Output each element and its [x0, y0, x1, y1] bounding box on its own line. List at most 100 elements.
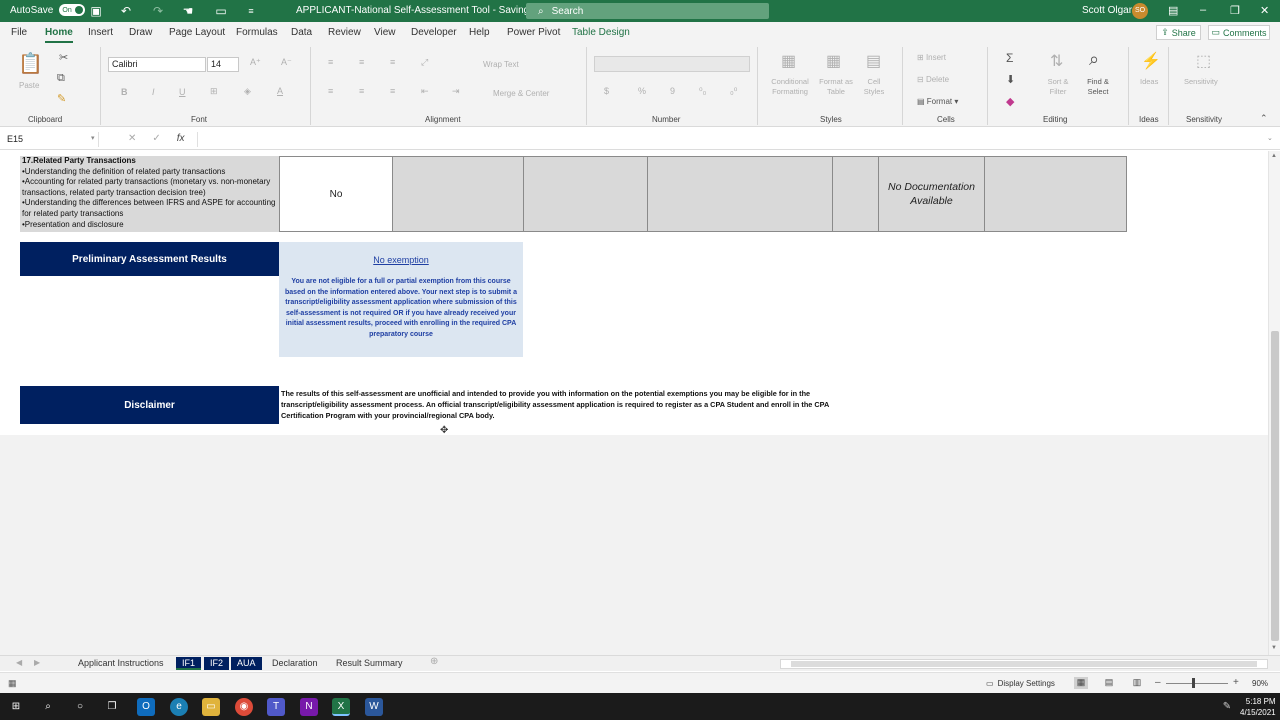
decrease-font-icon[interactable]: A⁻: [281, 57, 292, 68]
search-box[interactable]: ⌕ Search: [526, 3, 769, 19]
insert-function-button[interactable]: fx: [177, 133, 185, 144]
borders-icon[interactable]: ⊞: [210, 86, 218, 97]
teams-icon[interactable]: T: [267, 698, 285, 716]
tab-page-layout[interactable]: Page Layout: [169, 27, 225, 38]
row17-answer-cell[interactable]: No: [279, 156, 393, 232]
cortana-icon[interactable]: ○: [71, 698, 89, 716]
fill-icon[interactable]: ⬇: [1006, 73, 1015, 86]
currency-button[interactable]: $: [604, 86, 609, 96]
row17-cell[interactable]: [523, 156, 648, 232]
align-right-icon[interactable]: ≡: [390, 86, 395, 96]
vertical-scroll-thumb[interactable]: [1271, 331, 1279, 641]
document-title[interactable]: APPLICANT-National Self-Assessment Tool …: [296, 5, 549, 16]
avatar[interactable]: SO: [1132, 3, 1148, 19]
redo-icon[interactable]: ↷: [150, 3, 166, 19]
autosave-toggle[interactable]: On: [59, 4, 86, 16]
align-top-icon[interactable]: ≡: [328, 57, 333, 67]
format-as-table-button[interactable]: Format as Table: [816, 77, 856, 97]
preliminary-results-box[interactable]: No exemption You are not eligible for a …: [279, 242, 523, 357]
customize-qat-icon[interactable]: ≡: [243, 3, 259, 19]
merge-center-button[interactable]: Merge & Center: [493, 89, 549, 98]
user-name[interactable]: Scott Olgard: [1082, 5, 1138, 16]
open-folder-icon[interactable]: ▭: [213, 3, 229, 19]
sensitivity-icon[interactable]: ⬚: [1196, 51, 1211, 71]
save-icon[interactable]: ▣: [88, 3, 104, 19]
vertical-scrollbar[interactable]: ▲ ▼: [1268, 151, 1280, 655]
tab-review[interactable]: Review: [328, 27, 361, 38]
format-painter-icon[interactable]: ✎: [57, 92, 66, 105]
sheet-tab-if1[interactable]: IF1: [176, 657, 202, 670]
worksheet[interactable]: 17.Related Party Transactions •Understan…: [0, 151, 1268, 655]
close-icon[interactable]: ✕: [1260, 4, 1269, 17]
clear-icon[interactable]: ◆: [1006, 95, 1014, 108]
italic-button[interactable]: I: [152, 87, 155, 97]
fill-color-icon[interactable]: ◈: [244, 86, 251, 97]
tab-home[interactable]: Home: [45, 27, 73, 43]
collapse-ribbon-icon[interactable]: ⌃: [1260, 113, 1268, 124]
next-sheet-icon[interactable]: ▶: [34, 658, 40, 667]
restore-icon[interactable]: ❐: [1230, 4, 1240, 17]
excel-icon[interactable]: X: [332, 698, 350, 716]
conditional-formatting-button[interactable]: Conditional Formatting: [766, 77, 814, 97]
increase-font-icon[interactable]: A⁺: [250, 57, 261, 68]
add-sheet-icon[interactable]: ⊕: [430, 656, 438, 667]
name-box[interactable]: E15: [4, 132, 99, 147]
increase-indent-icon[interactable]: ⇥: [452, 86, 460, 97]
comments-button[interactable]: ▭ Comments: [1208, 25, 1270, 40]
sheet-tab-applicant-instructions[interactable]: Applicant Instructions: [72, 657, 170, 670]
font-family-select[interactable]: Calibri: [108, 57, 206, 72]
zoom-level[interactable]: 90%: [1252, 679, 1268, 688]
zoom-in-icon[interactable]: +: [1233, 677, 1239, 688]
increase-decimal-icon[interactable]: ⁰₀: [699, 86, 706, 97]
sheet-tab-if2[interactable]: IF2: [204, 657, 230, 670]
sort-filter-icon[interactable]: ⇅: [1050, 51, 1063, 71]
scroll-up-icon[interactable]: ▲: [1271, 153, 1277, 159]
cell-styles-icon[interactable]: ▤: [866, 51, 881, 71]
format-as-table-icon[interactable]: ▦: [826, 51, 841, 71]
disclaimer-text[interactable]: The results of this self-assessment are …: [281, 388, 861, 421]
decrease-decimal-icon[interactable]: ₀⁰: [730, 86, 737, 97]
prev-sheet-icon[interactable]: ◀: [16, 658, 22, 667]
insert-cells-button[interactable]: ⊞ Insert: [917, 53, 946, 62]
onenote-icon[interactable]: N: [300, 698, 318, 716]
row17-topic-cell[interactable]: 17.Related Party Transactions •Understan…: [20, 156, 279, 232]
search-icon[interactable]: ⌕: [39, 698, 57, 716]
comma-button[interactable]: 9: [670, 86, 675, 96]
tab-draw[interactable]: Draw: [129, 27, 152, 38]
tab-view[interactable]: View: [374, 27, 396, 38]
task-view-icon[interactable]: ❐: [103, 698, 121, 716]
wrap-text-button[interactable]: Wrap Text: [483, 60, 519, 69]
page-layout-view-icon[interactable]: ▤: [1102, 677, 1116, 689]
row17-cell[interactable]: [984, 156, 1127, 232]
delete-cells-button[interactable]: ⊟ Delete: [917, 75, 949, 84]
row17-cell[interactable]: [832, 156, 879, 232]
normal-view-icon[interactable]: ▦: [1074, 677, 1088, 689]
align-left-icon[interactable]: ≡: [328, 86, 333, 96]
copy-icon[interactable]: ⧉: [57, 72, 65, 85]
taskbar-clock[interactable]: 5:18 PM 4/15/2021: [1240, 696, 1276, 718]
tab-power-pivot[interactable]: Power Pivot: [507, 27, 560, 38]
horizontal-scroll-thumb[interactable]: [791, 661, 1257, 667]
zoom-slider[interactable]: [1166, 683, 1228, 684]
cell-styles-button[interactable]: Cell Styles: [858, 77, 890, 97]
minimize-icon[interactable]: –: [1200, 4, 1206, 16]
touch-mode-icon[interactable]: ☚: [180, 3, 196, 19]
ideas-icon[interactable]: ⚡: [1141, 51, 1161, 71]
page-break-view-icon[interactable]: ▥: [1130, 677, 1144, 689]
align-center-icon[interactable]: ≡: [359, 86, 364, 96]
font-color-icon[interactable]: A: [277, 86, 283, 96]
word-icon[interactable]: W: [365, 698, 383, 716]
number-format-select[interactable]: [594, 56, 750, 72]
autosum-icon[interactable]: Σ: [1006, 51, 1013, 65]
tab-developer[interactable]: Developer: [411, 27, 457, 38]
conditional-formatting-icon[interactable]: ▦: [781, 51, 796, 71]
share-button[interactable]: ⇪ Share: [1156, 25, 1201, 40]
display-settings-button[interactable]: ▭ Display Settings: [986, 679, 1055, 688]
zoom-slider-knob[interactable]: [1192, 678, 1195, 688]
tab-help[interactable]: Help: [469, 27, 490, 38]
font-size-select[interactable]: 14: [207, 57, 239, 72]
confirm-entry-icon[interactable]: ✓: [152, 133, 160, 144]
sensitivity-button[interactable]: Sensitivity: [1184, 77, 1218, 86]
underline-button[interactable]: U: [179, 87, 186, 97]
find-select-button[interactable]: Find & Select: [1080, 77, 1116, 97]
